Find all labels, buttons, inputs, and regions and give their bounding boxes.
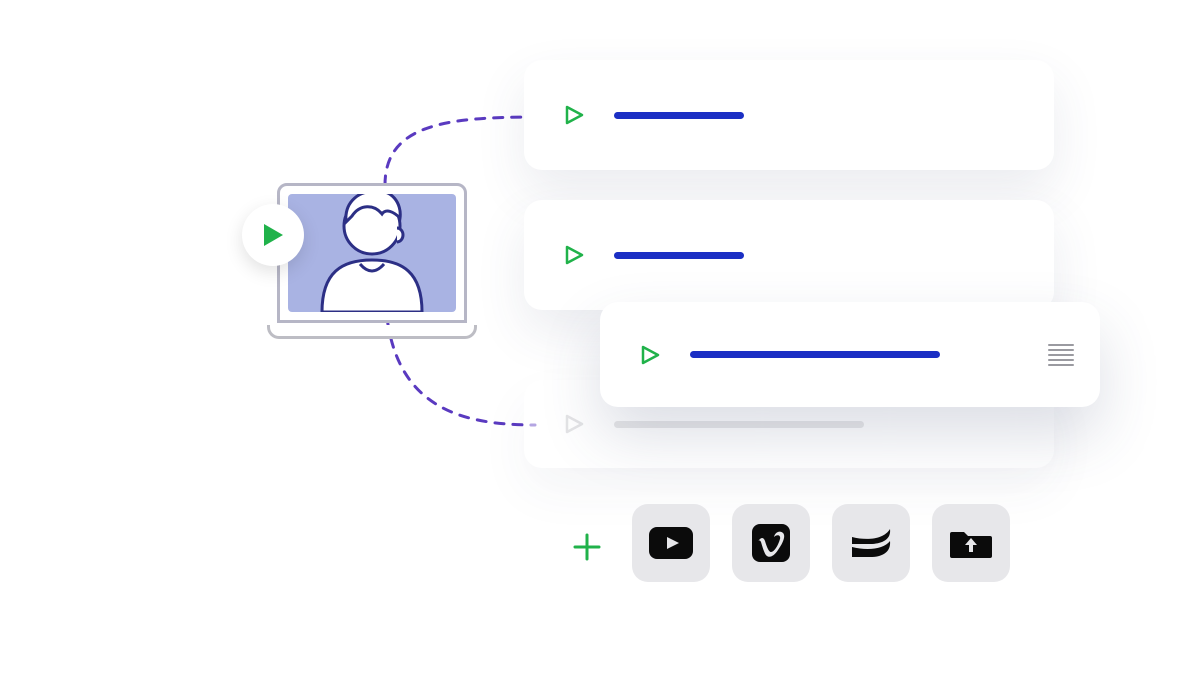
person-avatar-icon [302,194,442,312]
wistia-icon [850,527,892,559]
play-icon [262,223,284,247]
add-source-button[interactable] [570,530,604,564]
card-placeholder-bar [614,252,744,259]
source-wistia-button[interactable] [832,504,910,582]
play-badge [242,204,304,266]
card-placeholder-bar [690,351,940,358]
play-icon [564,245,584,265]
source-vimeo-button[interactable] [732,504,810,582]
card-placeholder-bar [614,421,864,428]
laptop-screen [277,183,467,323]
laptop-base [267,325,477,339]
drag-handle-icon[interactable] [1048,341,1074,369]
laptop-display [288,194,456,312]
source-row [632,504,1010,582]
play-icon [564,414,584,434]
laptop-illustration [267,183,477,343]
vimeo-icon [752,524,790,562]
upload-folder-icon [950,526,992,560]
youtube-icon [649,527,693,559]
playlist-card[interactable] [524,60,1054,170]
card-placeholder-bar [614,112,744,119]
source-youtube-button[interactable] [632,504,710,582]
play-icon [564,105,584,125]
play-icon [640,345,660,365]
source-upload-button[interactable] [932,504,1010,582]
plus-icon [573,533,601,561]
playlist-card-active[interactable] [600,302,1100,407]
playlist-card[interactable] [524,200,1054,310]
